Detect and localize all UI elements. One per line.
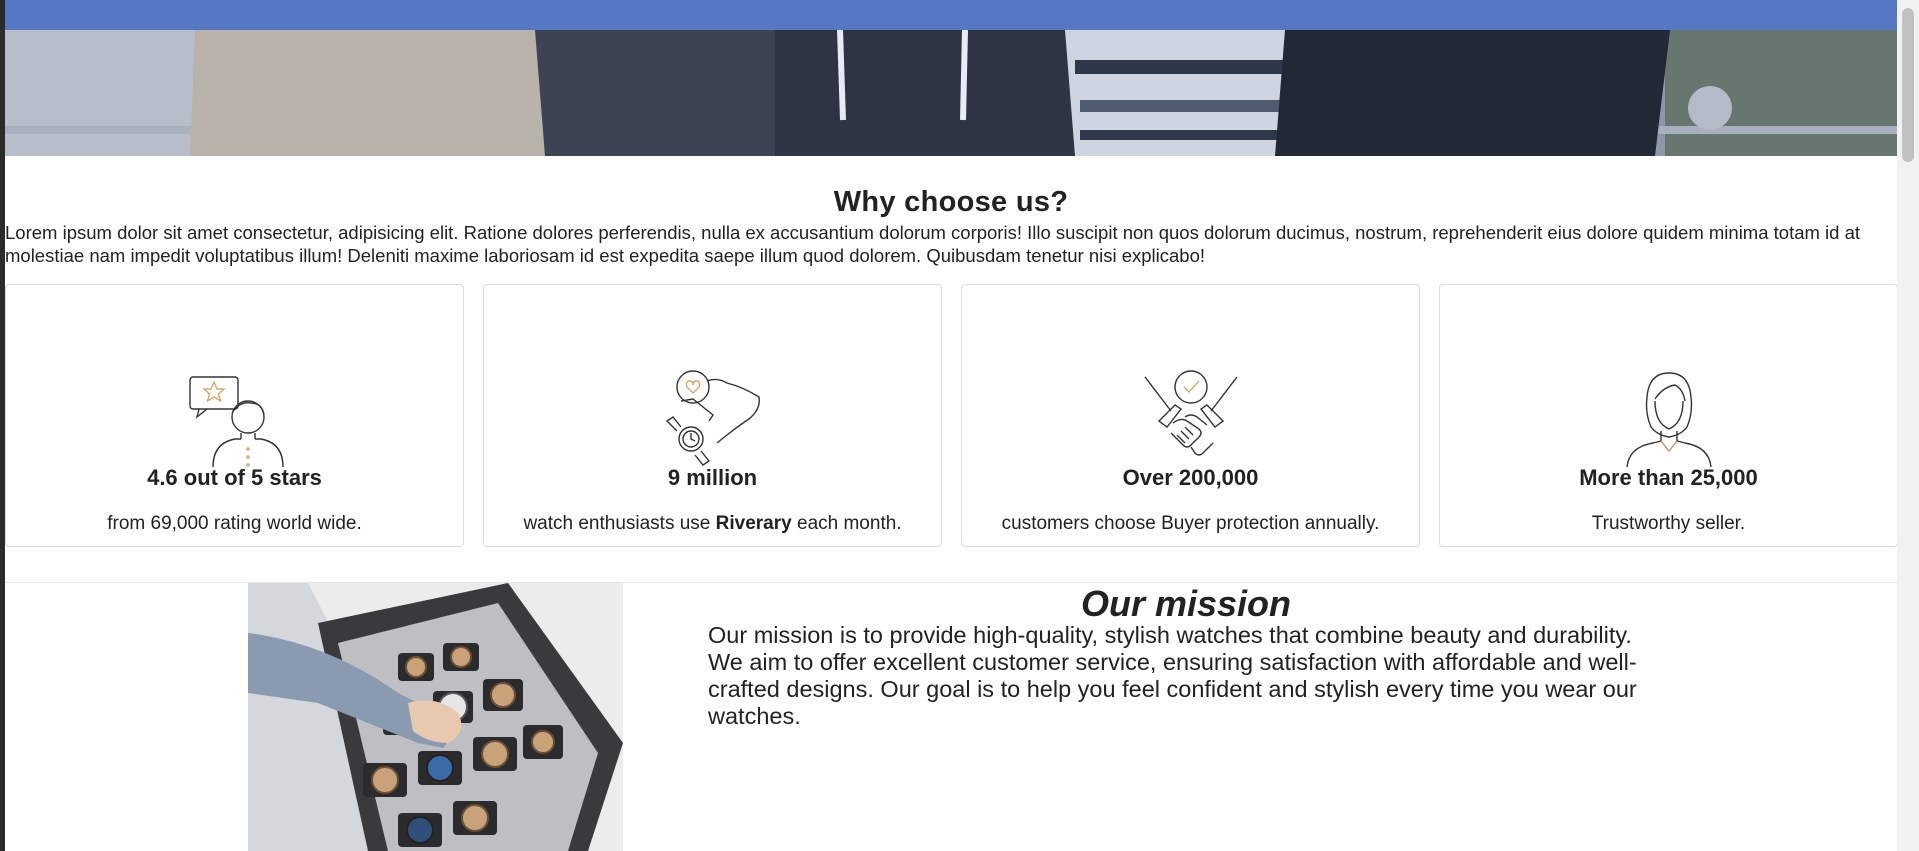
feature-description: customers choose Buyer protection annual…	[1001, 513, 1380, 534]
feature-card-customers: Over 200,000 customers choose Buyer prot…	[961, 284, 1420, 547]
feature-description: from 69,000 rating world wide.	[107, 513, 362, 534]
mission-watch-box-image	[248, 583, 623, 851]
vertical-scrollbar[interactable]	[1897, 0, 1919, 851]
why-choose-us-description: Lorem ipsum dolor sit amet consectetur, …	[5, 222, 1861, 266]
feature-stat: 4.6 out of 5 stars	[147, 465, 322, 490]
feature-card-sellers: More than 25,000 Trustworthy seller.	[1439, 284, 1897, 547]
feature-stat: More than 25,000	[1579, 465, 1758, 490]
mission-description: Our mission is to provide high-quality, …	[708, 622, 1637, 729]
page: Why choose us? Lorem ipsum dolor sit ame…	[5, 0, 1897, 851]
seller-woman-icon	[1619, 369, 1719, 469]
top-navigation-bar	[5, 0, 1897, 30]
feature-stat: 9 million	[667, 465, 758, 490]
feature-description: Trustworthy seller.	[1591, 513, 1746, 534]
scrollbar-thumb[interactable]	[1902, 8, 1914, 162]
hero-image	[5, 30, 1897, 156]
why-choose-us-heading: Why choose us?	[833, 186, 1069, 218]
feature-description: watch enthusiasts use Riverary each mont…	[523, 513, 902, 534]
watch-hand-heart-icon	[663, 369, 763, 469]
brand-name: Riverary	[715, 513, 792, 534]
handshake-check-icon	[1141, 369, 1241, 469]
feature-stat: Over 200,000	[1122, 465, 1259, 490]
feature-card-rating: 4.6 out of 5 stars from 69,000 rating wo…	[5, 284, 464, 547]
mission-heading: Our mission	[1080, 583, 1292, 624]
review-star-person-icon	[185, 369, 285, 469]
feature-card-users: 9 million watch enthusiasts use Riverary…	[483, 284, 942, 547]
